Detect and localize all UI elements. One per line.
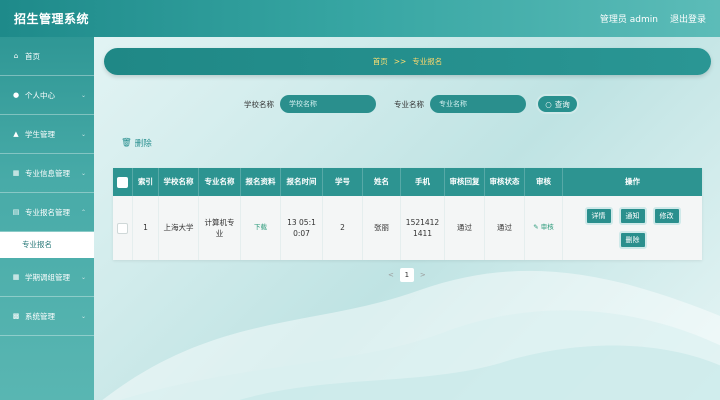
chevron-up-icon: ⌃: [80, 208, 86, 216]
search-bar: 学校名称 专业名称 ○ 查询: [244, 94, 579, 114]
header-material: 报名资料: [241, 168, 281, 196]
breadcrumb-separator: >>: [393, 57, 407, 66]
sidebar-item-label: 系统管理: [25, 311, 55, 321]
search-icon: ○: [545, 99, 552, 109]
grid-icon: ▦: [12, 169, 20, 177]
user-icon: ●: [12, 91, 20, 99]
logout-link[interactable]: 退出登录: [670, 12, 706, 25]
sidebar-item-majors[interactable]: ▦ 专业信息管理 ⌄: [0, 154, 94, 193]
chevron-down-icon: ⌄: [80, 312, 86, 320]
sidebar-item-system[interactable]: ▩ 系统管理 ⌄: [0, 297, 94, 336]
header-student-no: 学号: [323, 168, 363, 196]
sidebar-item-students[interactable]: ▲ 学生管理 ⌄: [0, 115, 94, 154]
school-name-input[interactable]: [280, 95, 376, 113]
cell-phone: 15214121411: [401, 196, 445, 260]
sidebar-subitem-enrollment[interactable]: 专业报名: [0, 232, 94, 258]
header-name: 姓名: [363, 168, 401, 196]
review-link[interactable]: ✎ 审核: [533, 223, 554, 233]
batch-delete-button[interactable]: 🗑 删除: [121, 137, 152, 149]
header-reply: 审核回复: [445, 168, 485, 196]
breadcrumb-current: 专业报名: [412, 57, 443, 66]
home-icon: ⌂: [13, 52, 19, 60]
sidebar-item-label: 专业报名管理: [25, 207, 70, 217]
header-time: 报名时间: [281, 168, 323, 196]
major-name-input[interactable]: [430, 95, 526, 113]
chevron-down-icon: ⌄: [80, 130, 86, 138]
download-link[interactable]: 下载: [254, 223, 267, 233]
cell-name: 张丽: [363, 196, 401, 260]
header-actions: 操作: [625, 177, 640, 187]
top-bar: 招生管理系统 管理员 admin 退出登录: [0, 0, 720, 37]
review-link-label: 审核: [540, 223, 554, 232]
select-all-checkbox[interactable]: [117, 176, 128, 188]
prev-page-button[interactable]: <: [388, 271, 394, 279]
edit-button[interactable]: 修改: [652, 207, 681, 225]
cell-school: 上海大学: [159, 196, 199, 260]
cell-reply: 通过: [445, 196, 485, 260]
page-number-current[interactable]: 1: [399, 268, 414, 282]
header-major: 专业名称: [199, 168, 241, 196]
notify-button[interactable]: 通知: [618, 207, 647, 225]
app-title: 招生管理系统: [14, 12, 90, 26]
cell-status: 通过: [485, 196, 525, 260]
school-name-label: 学校名称: [244, 99, 274, 109]
header-status: 审核状态: [485, 168, 525, 196]
sidebar: ⌂ 首页 ● 个人中心 ⌄ ▲ 学生管理 ⌄ ▦ 专业信息管理 ⌄ ▤ 专业报名…: [0, 37, 94, 400]
cell-student-no: 2: [323, 196, 363, 260]
breadcrumb: 首页 >> 专业报名: [104, 48, 711, 75]
table-row: 1 上海大学 计算机专业 下载 13 05:10:07 2 张丽 1521412…: [113, 196, 702, 260]
sidebar-item-label: 学生管理: [25, 129, 55, 139]
batch-delete-label: 删除: [134, 139, 152, 149]
chevron-down-icon: ⌄: [80, 273, 86, 281]
sidebar-item-semester[interactable]: ▦ 学期调组管理 ⌄: [0, 258, 94, 297]
sidebar-item-label: 专业信息管理: [25, 168, 70, 178]
sidebar-item-home[interactable]: ⌂ 首页: [0, 37, 94, 76]
row-checkbox[interactable]: [117, 222, 128, 234]
search-button-label: 查询: [554, 99, 570, 109]
chevron-down-icon: ⌄: [80, 91, 86, 99]
sidebar-item-label: 首页: [25, 51, 40, 61]
chevron-down-icon: ⌄: [80, 169, 86, 177]
header-school: 学校名称: [159, 168, 199, 196]
header-index: 索引: [133, 168, 159, 196]
next-page-button[interactable]: >: [420, 271, 426, 279]
header-review: 审核: [525, 168, 563, 196]
cell-major: 计算机专业: [199, 196, 241, 260]
header-phone: 手机: [401, 168, 445, 196]
grid-icon: ▦: [12, 273, 20, 281]
detail-button[interactable]: 详情: [584, 207, 613, 225]
edit-icon: ✎: [533, 223, 539, 232]
trash-icon: 🗑: [121, 138, 132, 148]
settings-icon: ▩: [12, 312, 20, 320]
sidebar-item-label: 学期调组管理: [25, 272, 70, 282]
enrollment-table: 索引 学校名称 专业名称 报名资料 报名时间 学号 姓名 手机 审核回复 审核状…: [113, 168, 702, 260]
pagination: < 1 >: [388, 268, 426, 282]
admin-user-label[interactable]: 管理员 admin: [600, 12, 658, 25]
delete-button[interactable]: 删除: [618, 231, 647, 249]
search-button[interactable]: ○ 查询: [536, 94, 579, 114]
graduation-icon: ▲: [13, 130, 19, 138]
table-header: 索引 学校名称 专业名称 报名资料 报名时间 学号 姓名 手机 审核回复 审核状…: [113, 168, 702, 196]
cell-time: 13 05:10:07: [281, 196, 323, 260]
major-name-label: 专业名称: [394, 99, 424, 109]
sidebar-item-label: 个人中心: [25, 90, 55, 100]
document-icon: ▤: [12, 208, 20, 216]
breadcrumb-home[interactable]: 首页: [373, 56, 388, 67]
sidebar-item-personal-center[interactable]: ● 个人中心 ⌄: [0, 76, 94, 115]
sidebar-item-enrollment[interactable]: ▤ 专业报名管理 ⌃: [0, 193, 94, 232]
cell-index: 1: [133, 196, 159, 260]
